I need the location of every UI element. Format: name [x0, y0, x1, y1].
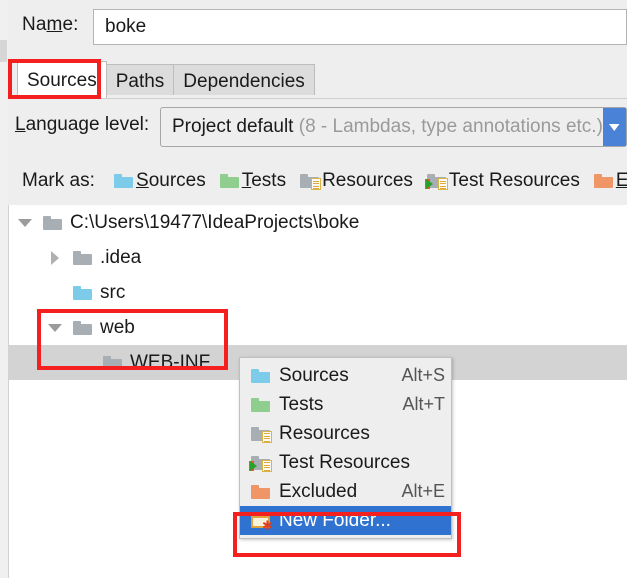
mark-as-resources-label: Resources — [322, 170, 413, 191]
menu-item-label: Test Resources — [279, 451, 410, 473]
chevron-down-icon[interactable] — [17, 215, 33, 231]
tab-sources[interactable]: Sources — [17, 61, 107, 98]
menu-item-shortcut: Alt+E — [401, 481, 445, 501]
mark-as-tests-button[interactable]: Tests — [219, 170, 287, 192]
name-input[interactable] — [93, 9, 627, 45]
mark-as-sources-label: Sources — [136, 170, 206, 191]
menu-item-sources[interactable]: Sources Alt+S — [240, 361, 451, 390]
mark-as-sources-button[interactable]: Sources — [114, 170, 206, 192]
new-folder-icon: ✱ — [251, 512, 273, 532]
menu-item-resources[interactable]: Resources — [240, 419, 451, 448]
tree-row-label: web — [100, 316, 135, 338]
green-folder-icon — [219, 173, 239, 189]
mark-as-context-menu[interactable]: Sources Alt+S Tests Alt+T Resources Test… — [239, 357, 452, 539]
green-folder-icon — [251, 397, 270, 413]
tab-dependencies[interactable]: Dependencies — [173, 64, 315, 98]
menu-item-label: Sources — [279, 364, 349, 386]
tree-row[interactable]: .idea — [9, 240, 627, 275]
chevron-down-icon[interactable] — [47, 320, 63, 336]
tab-list: Sources Paths Dependencies — [17, 61, 315, 98]
tree-row-label: C:\Users\19477\IdeaProjects\boke — [70, 211, 360, 233]
gray-folder-icon — [43, 215, 62, 231]
tab-paths[interactable]: Paths — [105, 64, 175, 98]
tree-row[interactable]: C:\Users\19477\IdeaProjects\boke — [9, 205, 627, 240]
chevron-down-icon[interactable] — [603, 108, 626, 146]
menu-item-shortcut: Alt+T — [402, 394, 445, 414]
mark-as-tests-label: Tests — [241, 170, 287, 191]
menu-item-label: Excluded — [279, 480, 358, 502]
mark-as-label: Mark as: — [22, 170, 95, 191]
test-resources-folder-icon — [424, 173, 448, 190]
blue-folder-icon — [251, 368, 270, 384]
orange-folder-icon — [593, 173, 613, 189]
resources-folder-icon — [300, 173, 322, 190]
mark-as-excluded-label: Excluded — [615, 170, 627, 191]
blue-folder-icon — [114, 173, 133, 189]
tab-strip: Sources Paths Dependencies — [8, 53, 627, 98]
test-resources-folder-icon — [249, 455, 272, 472]
gray-folder-icon — [73, 320, 92, 336]
mark-as-excluded-button[interactable]: Excluded — [593, 170, 627, 192]
menu-item-label: Tests — [279, 393, 324, 415]
language-level-row: Language level: Project default (8 - Lam… — [8, 99, 627, 158]
mark-as-test-resources-label: Test Resources — [448, 170, 580, 191]
orange-folder-icon — [251, 484, 270, 500]
mark-as-resources-button[interactable]: Resources — [300, 170, 413, 192]
tree-row[interactable]: src — [9, 275, 627, 310]
name-row: Name: — [8, 0, 627, 54]
mark-as-test-resources-button[interactable]: Test Resources — [424, 170, 580, 192]
window-edge-nub — [0, 40, 7, 62]
name-label: Name: — [22, 14, 79, 35]
menu-item-excluded[interactable]: Excluded Alt+E — [240, 477, 451, 506]
menu-item-new-folder[interactable]: ✱ New Folder... — [240, 506, 451, 535]
tree-row-label: .idea — [100, 246, 142, 268]
menu-item-test-resources[interactable]: Test Resources — [240, 448, 451, 477]
module-settings-dialog: Name: Sources Paths Dependencies Languag… — [0, 0, 627, 578]
gray-folder-icon — [103, 355, 122, 371]
mark-as-toolbar: Mark as: Sources Tests Resources Test Re… — [8, 157, 627, 206]
language-level-label: Language level: — [15, 114, 150, 135]
tree-row-label: WEB-INF — [130, 351, 211, 373]
tree-row[interactable]: web — [9, 310, 627, 345]
blue-folder-icon — [73, 285, 92, 301]
menu-item-label: New Folder... — [279, 509, 391, 531]
gray-folder-icon — [73, 250, 92, 266]
resources-folder-icon — [251, 426, 272, 443]
menu-item-shortcut: Alt+S — [401, 365, 445, 385]
tree-row-label: src — [100, 281, 126, 303]
menu-item-label: Resources — [279, 422, 370, 444]
language-level-value: Project default (8 - Lambdas, type annot… — [172, 116, 603, 137]
menu-item-tests[interactable]: Tests Alt+T — [240, 390, 451, 419]
chevron-right-icon[interactable] — [47, 250, 63, 266]
mark-as-items: Sources Tests Resources Test Resources E… — [114, 168, 627, 194]
language-level-combo[interactable]: Project default (8 - Lambdas, type annot… — [160, 107, 627, 147]
